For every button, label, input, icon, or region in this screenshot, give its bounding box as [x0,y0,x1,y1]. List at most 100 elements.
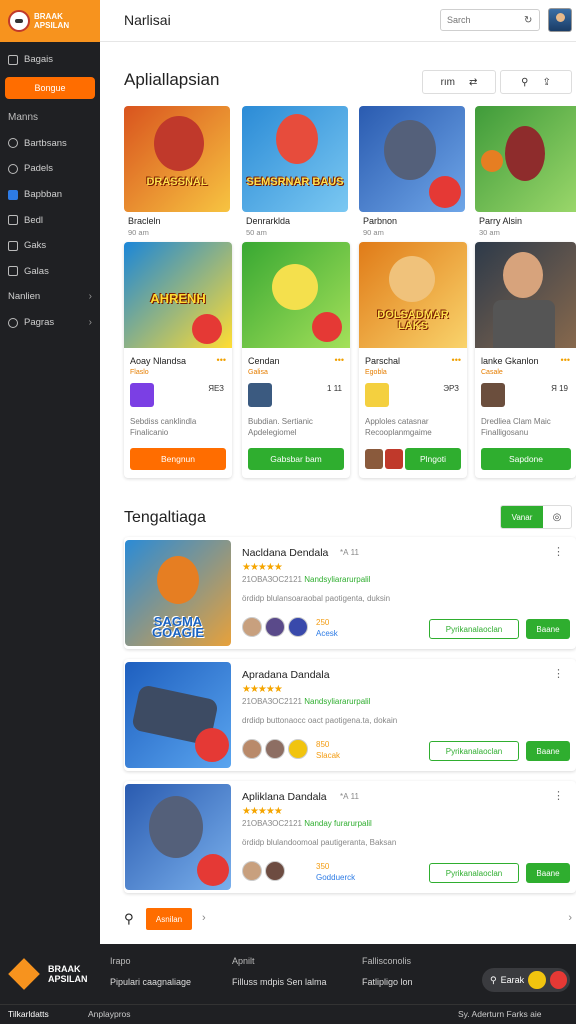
sidebar-item-label: Bartbsans [24,137,67,149]
stat-label: Acesk [316,629,338,638]
primary-button[interactable]: Baane [526,619,570,639]
list-item-name: Nacldana Dendala [242,547,329,559]
page-title: Narlisai [124,12,171,28]
friend-avatar [365,449,383,469]
sidebar-item-active[interactable]: Bongue [5,76,95,99]
app-icon [130,383,154,407]
chevron-right-icon: › [88,317,92,329]
featured-art[interactable]: DRASSNAL [124,106,230,212]
featured-art[interactable] [475,106,576,212]
meta-link[interactable]: Nanday furarurpalil [304,819,372,828]
more-vertical-icon[interactable]: ⋮ [553,667,564,680]
app-art-text: AHRENH [150,291,206,306]
footer-bottom-link[interactable]: Tilkarldatts [8,1009,49,1019]
app-card[interactable]: Cendan ••• Galisa 1 11 Bubdian. Sertiani… [242,242,350,478]
sidebar-item-galas[interactable]: Galas [0,259,100,285]
share-icon: ⇪ [542,76,551,88]
footer-bottom-link[interactable]: Anplaypros [88,1009,131,1019]
more-icon[interactable]: ••• [335,355,344,365]
featured-title: Parbnon [363,216,398,226]
ball-art [195,728,229,762]
meta-link[interactable]: Nandsyliararurpalil [304,697,370,706]
app-name: lanke Gkanlon [481,356,539,366]
list-item[interactable]: SAGMA GOAGIE Nacldana Dendala *А 11 ⋮ ★★… [124,537,576,649]
folder-icon [8,240,18,251]
app-art [475,242,576,348]
gamepad-icon [8,163,18,174]
app-card[interactable]: AHRENH Aoay Nlandsa ••• Flaslo ЯЕЗ Sebdi… [124,242,232,478]
refresh-icon[interactable]: ↻ [524,15,532,26]
more-icon[interactable]: ••• [452,355,461,365]
view-toggle[interactable]: Vanar ◎ [500,505,572,529]
footer-link[interactable]: Filluss mdpis Sen lalma [232,977,327,987]
sidebar-item-padels[interactable]: Padels [0,156,100,182]
footer-link[interactable]: Pipulari caagnaliage [110,977,191,987]
palette-icon [8,317,18,328]
list-item-meta: 21ОВАЗОС2121 Nandsyliararurpalil [242,575,370,584]
list-item[interactable]: Apliklana Dandala *А 11 ⋮ ★★★★★ 21ОВАЗОС… [124,781,576,893]
sidebar-item-label: Padels [24,163,54,175]
view-options-button[interactable]: rım ⇄ [422,70,496,94]
footer-bottom-bar: Tilkarldatts Anplaypros Sy. Aderturn Far… [0,1004,576,1024]
primary-button[interactable]: Baane [526,863,570,883]
friend-avatar [265,861,285,881]
tools-button[interactable]: ⚲ ⇪ [500,70,572,94]
sidebar-item-nanlien[interactable]: Nanlien › [0,284,100,310]
featured-art-text: SEMSRNAR BAUS [246,176,344,188]
secondary-button[interactable]: Pyrikanalaoclan [429,863,519,883]
avatar[interactable] [548,8,572,32]
more-vertical-icon[interactable]: ⋮ [553,545,564,558]
app-action-button[interactable]: Sapdone [481,448,571,470]
featured-sub: 50 am [246,228,267,237]
app-count: 1 11 [327,384,342,393]
app-art: AHRENH [124,242,232,348]
brand-logo[interactable]: BRAAK APSILAN [0,0,100,42]
footer-link[interactable]: Fatlipligo lon [362,977,413,987]
list-item-tag: *А 11 [340,792,359,801]
list-item-stat: 350 Godduerck [316,861,355,883]
featured-sub: 30 am [479,228,500,237]
list-item-description: ördidp blulandoomoal pautigeranta, Baksa… [242,838,397,847]
app-count: Я 19 [551,384,568,393]
settings-icon[interactable]: ◎ [543,506,571,528]
app-card[interactable]: DOLSADMAR LAKS Parschal ••• Egobla ЭРЗ A… [359,242,467,478]
secondary-button[interactable]: Pyrikanalaoclan [429,741,519,761]
toggle-active[interactable]: Vanar [501,506,543,528]
search-icon[interactable]: ⚲ [124,911,134,927]
list-item[interactable]: Apradana Dandala ⋮ ★★★★★ 21ОВАЗОС2121 Na… [124,659,576,771]
app-description: Apploles catasnar Recooplanmgaime [365,417,432,437]
app-category: Flaslo [130,369,149,376]
more-vertical-icon[interactable]: ⋮ [553,789,564,802]
featured-title: Denrarklda [246,216,291,226]
chevron-right-icon[interactable]: › [202,912,206,924]
app-action-button[interactable]: Plngoti [405,448,461,470]
chevron-right-icon[interactable]: › [568,912,572,924]
sidebar-item-label: Nanlien [8,291,41,303]
app-description: Sebdiss canklindla Finalicanio [130,417,197,437]
app-action-button[interactable]: Bengnun [130,448,226,470]
stat-label: Slacak [316,751,341,760]
sidebar-item-pagras[interactable]: Pagras › [0,310,100,336]
sidebar-item-gaks[interactable]: Gaks [0,233,100,259]
secondary-button[interactable]: Pyrikanalaoclan [429,619,519,639]
sidebar-item-bedl[interactable]: Bedl [0,207,100,233]
footer-bottom-link[interactable]: Sy. Aderturn Farks aie [458,1009,541,1019]
sidebar-item-bapbban[interactable]: Bapbban [0,182,100,208]
character-art [272,264,318,310]
meta-link[interactable]: Nandsyliararurpalil [304,575,370,584]
more-icon[interactable]: ••• [217,355,226,365]
app-action-button[interactable]: Gabsbar bam [248,448,344,470]
sidebar-item-label: Bagais [24,54,54,66]
featured-art[interactable] [359,106,465,212]
featured-art[interactable]: SEMSRNAR BAUS [242,106,348,212]
friend-avatar [242,739,262,759]
sidebar-item-bagais[interactable]: Bagais [0,47,100,73]
sidebar-item-home[interactable]: Bartbsans [0,131,100,157]
primary-button[interactable]: Baane [526,741,570,761]
app-card[interactable]: lanke Gkanlon ••• Casale Я 19 Dredliea C… [475,242,576,478]
more-icon[interactable]: ••• [561,355,570,365]
pagination-button[interactable]: Asnilan [146,908,192,930]
footer-search[interactable]: ⚲ Earak [482,968,570,992]
list-thumbnail [125,784,231,890]
friend-avatar [242,617,262,637]
